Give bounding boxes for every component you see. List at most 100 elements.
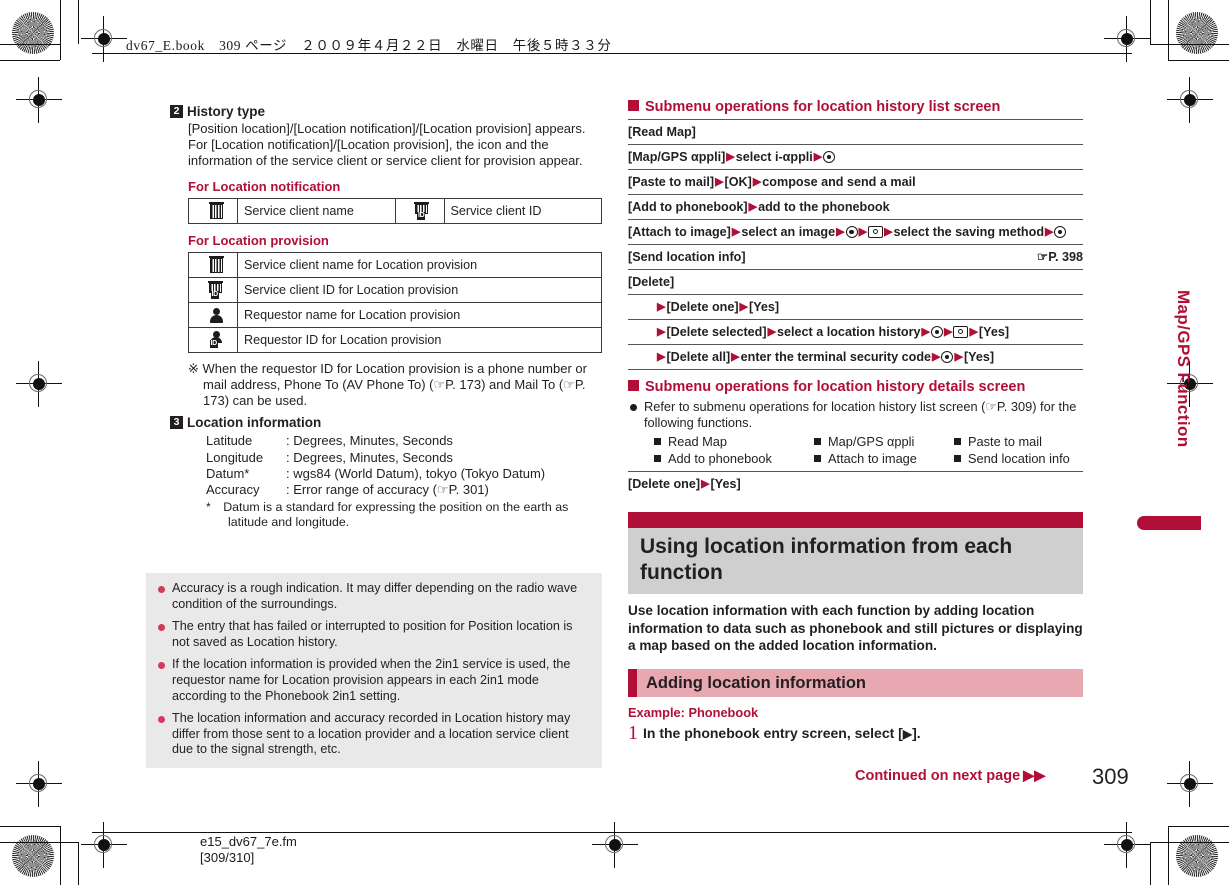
arrow-icon: ▶ xyxy=(752,176,762,188)
camera-key-icon xyxy=(953,326,969,338)
oprow-text: [Read Map] xyxy=(628,125,696,139)
arrow-icon: ▶ xyxy=(767,326,777,338)
spec-row-longitude: Longitude: Degrees, Minutes, Seconds xyxy=(206,450,602,466)
fm-file-name: e15_dv67_7e.fm xyxy=(200,834,297,849)
arrow-icon: ▶ xyxy=(731,351,740,363)
spec-row-datum: Datum*: wgs84 (World Datum), tokyo (Toky… xyxy=(206,466,602,482)
center-key-icon xyxy=(1054,226,1067,238)
building-id-icon: ID xyxy=(207,281,225,300)
arrow-icon: ▶ xyxy=(657,326,666,338)
oprow-text: [Yes] xyxy=(978,325,1010,339)
notes-list: Accuracy is a rough indication. It may d… xyxy=(156,581,592,758)
oprow-text: [Delete one] xyxy=(628,477,701,492)
heading-label: Submenu operations for location history … xyxy=(645,379,1026,395)
oprow-text: compose and send a mail xyxy=(762,175,916,189)
person-icon xyxy=(209,307,224,323)
oprow-delete-selected: ▶[Delete selected]▶select a location his… xyxy=(628,319,1083,344)
oprow-add-to-phonebook: [Add to phonebook]▶add to the phonebook xyxy=(628,194,1083,219)
oprow-delete-all: ▶[Delete all]▶enter the terminal securit… xyxy=(628,344,1083,370)
oprow-text: [Delete all] xyxy=(666,350,731,364)
details-function-list: Read Map Map/GPS αppli Paste to mail Add… xyxy=(654,433,1083,467)
table-location-provision: Service client name for Location provisi… xyxy=(188,251,602,353)
item-2-heading: 2 History type xyxy=(170,104,602,120)
oprow-map-gps-appli: [Map/GPS αppli]▶select i-αppli▶ xyxy=(628,144,1083,169)
cell-requestor-name: Requestor name for Location provision xyxy=(237,301,602,328)
note-item: The location information and accuracy re… xyxy=(156,711,592,758)
function-item: Map/GPS αppli xyxy=(814,433,954,450)
oprow-text: add to the phonebook xyxy=(758,200,890,214)
oprow-text: select i-αppli xyxy=(735,150,813,164)
table-row: Service client name for Location provisi… xyxy=(188,251,602,278)
building-id-icon: ID xyxy=(414,202,431,221)
building-id-icon-cell: ID xyxy=(188,276,238,303)
table-row: ID Requestor ID for Location provision xyxy=(188,326,602,353)
cell-service-client-id: Service client ID xyxy=(443,197,602,224)
arrow-icon: ▶ xyxy=(657,351,666,363)
arrow-icon: ▶ xyxy=(921,326,930,338)
oprow-text: [Attach to image] xyxy=(628,225,731,239)
function-item: Read Map xyxy=(654,433,814,450)
datum-footnote: * Datum is a standard for expressing the… xyxy=(206,499,569,530)
square-bullet-icon xyxy=(628,380,639,391)
step-number: 1 xyxy=(628,721,638,744)
arrow-icon: ▶ xyxy=(739,301,749,313)
oprow-text: [Map/GPS αppli] xyxy=(628,150,726,164)
banner-accent-bar xyxy=(628,512,1083,529)
center-key-icon xyxy=(930,326,943,338)
side-tab-label: Map/GPS Function xyxy=(1174,290,1193,448)
oprow-text: [Delete selected] xyxy=(666,325,767,339)
oprow-delete-one-details: [Delete one]▶[Yes] xyxy=(628,471,1083,496)
left-column: 2 History type [Position location]/[Locat… xyxy=(170,104,602,531)
note-item: If the location information is provided … xyxy=(156,657,592,704)
function-item: Paste to mail xyxy=(954,433,1083,450)
oprow-text: [Delete] xyxy=(628,275,675,289)
center-key-icon xyxy=(845,226,858,238)
footer-rule xyxy=(92,832,1132,833)
oprow-text: select a location history xyxy=(777,325,921,339)
arrow-icon: ▶ xyxy=(813,151,823,163)
oprow-text: [Send location info] xyxy=(628,250,746,264)
arrow-icon: ▶ xyxy=(969,326,978,338)
subheading-location-notification: For Location notification xyxy=(188,178,341,194)
square-bullet-icon xyxy=(628,100,639,111)
oprow-text: enter the terminal security code xyxy=(740,350,932,364)
oprow-delete: [Delete] xyxy=(628,269,1083,294)
arrow-icon: ▶ xyxy=(932,351,941,363)
item-3-heading: 3 Location information xyxy=(170,415,602,431)
item-number-2: 2 xyxy=(170,105,183,118)
table-row: Service client name ID Service client ID xyxy=(188,197,602,224)
building-icon-cell xyxy=(188,197,238,224)
spec-value: : wgs84 (World Datum), tokyo (Tokyo Datu… xyxy=(286,466,546,482)
spec-label: Longitude xyxy=(206,449,264,465)
oprow-text: [Paste to mail] xyxy=(628,175,715,189)
submenu-list-operations: [Read Map] [Map/GPS αppli]▶select i-αppl… xyxy=(628,119,1083,370)
table-location-notification: Service client name ID Service client ID xyxy=(188,197,602,224)
center-key-icon xyxy=(941,351,954,363)
oprow-read-map: [Read Map] xyxy=(628,119,1083,144)
cell-service-client-name: Service client name xyxy=(237,197,396,224)
building-id-icon-cell: ID xyxy=(394,197,445,224)
arrow-icon: ▶ xyxy=(731,226,741,238)
building-icon xyxy=(208,202,224,220)
camera-key-icon xyxy=(868,226,884,238)
heading-label: Submenu operations for location history … xyxy=(645,99,1001,115)
cell-requestor-id: Requestor ID for Location provision xyxy=(237,326,602,353)
spec-value: : Error range of accuracy (☞P. 301) xyxy=(286,482,489,498)
oprow-text: [Yes] xyxy=(749,300,780,314)
notes-box: Accuracy is a rough indication. It may d… xyxy=(146,573,602,768)
subheading-location-provision: For Location provision xyxy=(188,232,329,248)
side-tab-pill xyxy=(1137,516,1201,530)
spec-label: Latitude xyxy=(206,433,253,449)
subsection-banner: Adding location information xyxy=(628,668,1083,697)
spec-row-latitude: Latitude: Degrees, Minutes, Seconds xyxy=(206,433,602,449)
double-arrow-icon: ▶▶ xyxy=(1023,768,1046,784)
cell-provision-client-id: Service client ID for Location provision xyxy=(237,276,602,303)
arrow-icon: ▶ xyxy=(715,176,724,188)
oprow-text: [Add to phonebook] xyxy=(628,200,748,214)
right-column: Submenu operations for location history … xyxy=(628,98,1083,744)
item-2-body: [Position location]/[Location notificati… xyxy=(188,121,586,169)
fm-file-pages: [309/310] xyxy=(200,850,255,865)
page-number: 309 xyxy=(1092,764,1129,789)
example-label: Example: Phonebook xyxy=(628,704,759,720)
person-id-icon: ID xyxy=(208,331,225,349)
